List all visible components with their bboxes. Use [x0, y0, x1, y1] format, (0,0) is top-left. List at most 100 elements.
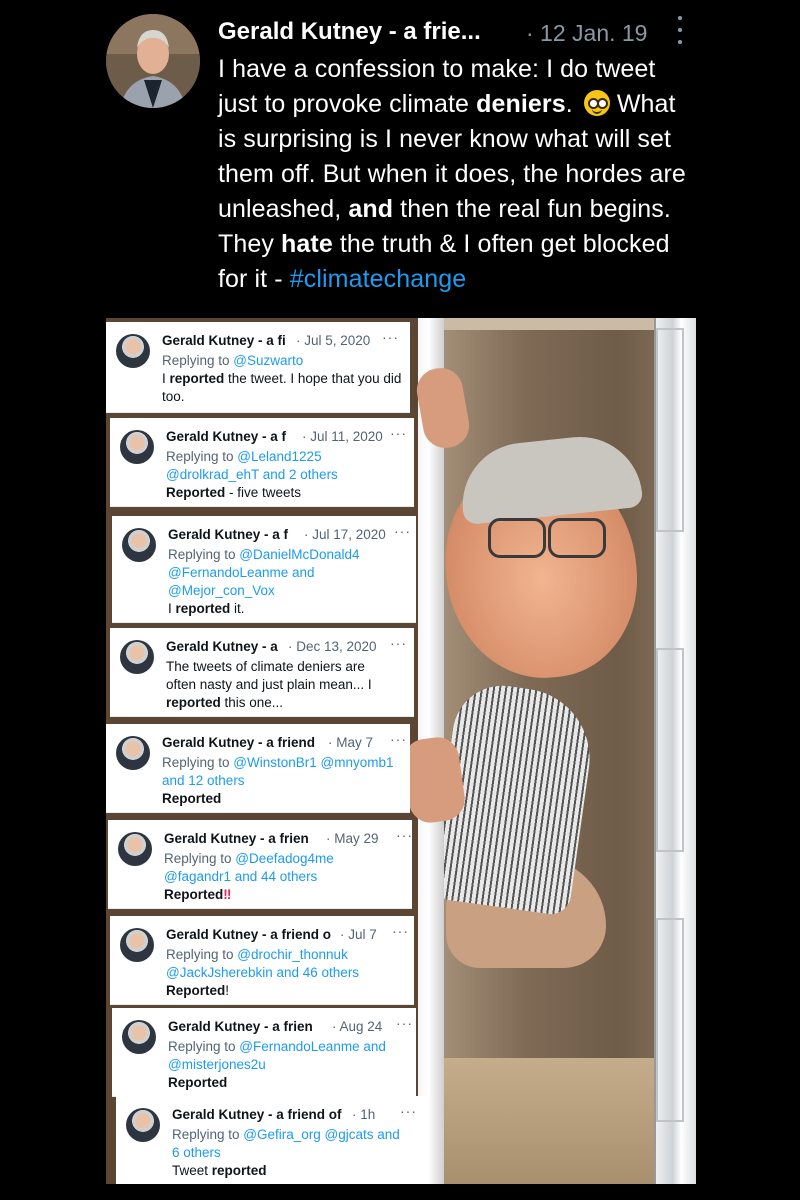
replying-handles-line[interactable]: and 12 others: [162, 772, 394, 790]
reply-card[interactable]: Gerald Kutney - a friend o · Jul 7 ··· R…: [110, 916, 414, 1005]
replying-handle[interactable]: @Deefadog4me: [235, 851, 334, 866]
reply-more-icon[interactable]: ···: [400, 1103, 417, 1119]
reply-body: Replying to @FernandoLeanme and @misterj…: [168, 1038, 386, 1092]
reply-text: it.: [230, 601, 245, 616]
reply-more-icon[interactable]: ···: [390, 635, 407, 651]
replying-handle[interactable]: @drochir_thonnuk: [237, 947, 348, 962]
reply-author[interactable]: Gerald Kutney - a friend: [162, 735, 315, 750]
reply-card[interactable]: Gerald Kutney - a frien · May 29 ··· Rep…: [108, 820, 412, 909]
author-photo: [106, 14, 200, 108]
reply-avatar[interactable]: [120, 640, 154, 674]
reply-date[interactable]: · Dec 13, 2020: [288, 639, 377, 654]
tweet-text-bold: deniers: [476, 90, 566, 118]
reply-card[interactable]: Gerald Kutney - a · Dec 13, 2020 ··· The…: [110, 628, 414, 717]
replying-handles-line[interactable]: @FernandoLeanme and: [168, 564, 360, 582]
reply-avatar[interactable]: [122, 1020, 156, 1054]
reply-text: often nasty and just plain mean... I: [166, 677, 372, 692]
wardrobe-floor: [436, 1058, 656, 1184]
reply-author[interactable]: Gerald Kutney - a: [166, 639, 278, 654]
reply-date[interactable]: · Jul 7: [340, 927, 377, 942]
reply-avatar[interactable]: [118, 832, 152, 866]
reply-body: Replying to @Gefira_org @gjcats and 6 ot…: [172, 1126, 400, 1180]
replying-handles-line[interactable]: @misterjones2u: [168, 1056, 386, 1074]
reply-card[interactable]: Gerald Kutney - a friend · May 7 ··· Rep…: [106, 724, 410, 813]
replying-handle[interactable]: @FernandoLeanme and: [239, 1039, 386, 1054]
reply-body: Replying to @drochir_thonnuk @JackJshere…: [166, 946, 359, 1000]
reply-more-icon[interactable]: ···: [394, 523, 411, 539]
tweet-timestamp[interactable]: · 12 Jan. 19: [526, 20, 647, 47]
reply-more-icon[interactable]: ···: [396, 827, 413, 843]
reply-avatar[interactable]: [116, 334, 150, 368]
reply-card[interactable]: Gerald Kutney - a f · Jul 17, 2020 ··· R…: [112, 516, 416, 623]
reply-author[interactable]: Gerald Kutney - a friend o: [166, 927, 331, 942]
reply-avatar[interactable]: [120, 430, 154, 464]
glasses-icon: [480, 518, 610, 558]
reply-text-bold: reported: [166, 695, 221, 710]
reply-more-icon[interactable]: ···: [390, 731, 407, 747]
more-options-icon[interactable]: [674, 16, 686, 44]
reply-date[interactable]: · Aug 24: [332, 1019, 382, 1034]
reply-author[interactable]: Gerald Kutney - a frien: [168, 1019, 313, 1034]
reply-text: - five tweets: [225, 485, 302, 500]
replying-prefix: Replying to: [162, 353, 234, 368]
reply-text-bold: Reported: [166, 983, 226, 998]
reply-text: !: [225, 983, 230, 998]
reply-author[interactable]: Gerald Kutney - a frien: [164, 831, 309, 846]
reply-author[interactable]: Gerald Kutney - a fi: [162, 333, 286, 348]
reply-avatar[interactable]: [122, 528, 156, 562]
author-avatar[interactable]: [106, 14, 200, 108]
replying-handle[interactable]: @Leland1225: [237, 449, 321, 464]
hashtag-link[interactable]: #climatechange: [290, 265, 467, 293]
reply-more-icon[interactable]: ···: [390, 425, 407, 441]
author-name[interactable]: Gerald Kutney - a frie...: [218, 18, 481, 46]
replying-handles-line[interactable]: @drolkrad_ehT and 2 others: [166, 466, 338, 484]
reply-date[interactable]: · Jul 11, 2020: [302, 429, 383, 444]
reply-card[interactable]: Gerald Kutney - a f · Jul 11, 2020 ··· R…: [110, 418, 414, 507]
wardrobe-shelf: [436, 318, 656, 330]
reply-date[interactable]: · May 7: [328, 735, 373, 750]
replying-handles-line[interactable]: @fagandr1 and 44 others: [164, 868, 334, 886]
nerd-face-icon: [583, 90, 610, 116]
reply-date[interactable]: · Jul 17, 2020: [304, 527, 386, 542]
reply-text: this one...: [220, 695, 284, 710]
replying-handle[interactable]: @Gefira_org @gjcats and: [243, 1127, 399, 1142]
reply-more-icon[interactable]: ···: [392, 923, 409, 939]
reply-text-bold: Reported: [164, 887, 224, 902]
reply-date[interactable]: · May 29: [326, 831, 379, 846]
reply-date[interactable]: · 1h: [352, 1107, 375, 1122]
attached-image[interactable]: Gerald Kutney - a fi · Jul 5, 2020 ··· R…: [106, 318, 696, 1184]
replying-prefix: Replying to: [166, 947, 238, 962]
replying-handles-line[interactable]: @JackJsherebkin and 46 others: [166, 964, 359, 982]
reply-card[interactable]: Gerald Kutney - a friend of · 1h ··· Rep…: [116, 1096, 428, 1184]
double-exclamation-icon: ‼: [223, 887, 232, 902]
reply-body: Replying to @Leland1225 @drolkrad_ehT an…: [166, 448, 338, 502]
reply-text-bold: Reported: [168, 1075, 228, 1090]
tweet-text-bold: hate: [281, 230, 333, 258]
reply-more-icon[interactable]: ···: [382, 329, 399, 345]
reply-author[interactable]: Gerald Kutney - a f: [168, 527, 288, 542]
reply-text: The tweets of climate deniers are: [166, 659, 365, 674]
replying-prefix: Replying to: [162, 755, 234, 770]
reply-avatar[interactable]: [116, 736, 150, 770]
replying-handles-line[interactable]: 6 others: [172, 1144, 400, 1162]
reply-author[interactable]: Gerald Kutney - a f: [166, 429, 286, 444]
replying-handle[interactable]: @Suzwarto: [233, 353, 303, 368]
reply-body: Replying to @Deefadog4me @fagandr1 and 4…: [164, 850, 334, 904]
reply-avatar[interactable]: [126, 1108, 160, 1142]
reply-card[interactable]: Gerald Kutney - a frien · Aug 24 ··· Rep…: [112, 1008, 416, 1097]
replying-prefix: Replying to: [164, 851, 236, 866]
reply-text-bold: reported: [175, 601, 231, 616]
reply-date[interactable]: · Jul 5, 2020: [296, 333, 370, 348]
reply-more-icon[interactable]: ···: [396, 1015, 413, 1031]
replying-prefix: Replying to: [166, 449, 238, 464]
reply-avatar[interactable]: [120, 928, 154, 962]
main-tweet[interactable]: Gerald Kutney - a frie... · 12 Jan. 19 I…: [0, 0, 800, 310]
reply-card[interactable]: Gerald Kutney - a fi · Jul 5, 2020 ··· R…: [106, 322, 410, 413]
reply-text-bold: Reported: [166, 485, 226, 500]
replying-handle[interactable]: @WinstonBr1 @mnyomb1: [233, 755, 393, 770]
replying-handle[interactable]: @DanielMcDonald4: [239, 547, 359, 562]
replying-handles-line[interactable]: @Mejor_con_Vox: [168, 582, 360, 600]
reply-author[interactable]: Gerald Kutney - a friend of: [172, 1107, 342, 1122]
reply-text-bold: reported: [211, 1163, 267, 1178]
reply-body: The tweets of climate deniers are often …: [166, 658, 372, 712]
